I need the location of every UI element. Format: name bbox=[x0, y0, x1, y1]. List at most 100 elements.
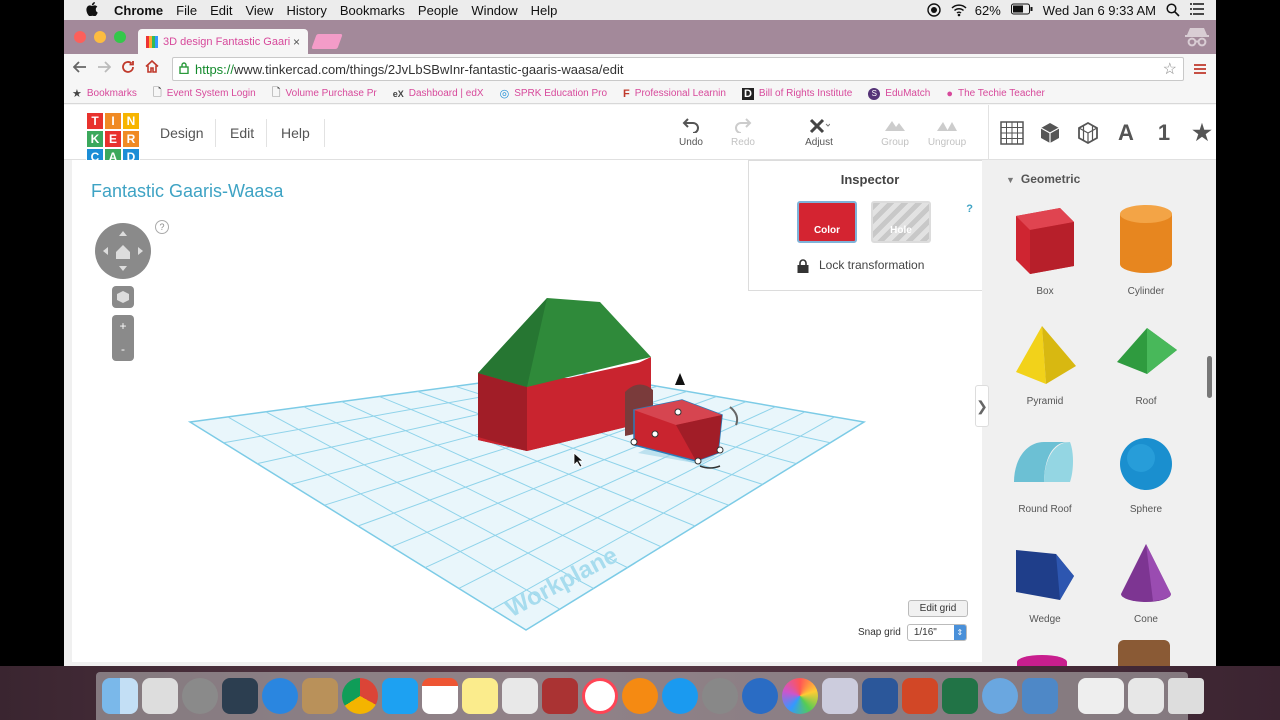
shape-cylinder[interactable]: Cylinder bbox=[1096, 202, 1196, 297]
tinkercad-logo[interactable]: TINKERCAD bbox=[86, 112, 140, 166]
sidebar-collapse-button[interactable]: ❯ bbox=[975, 385, 989, 427]
zoom-in-button[interactable]: + bbox=[112, 315, 134, 338]
close-window-button[interactable] bbox=[74, 31, 86, 43]
reload-icon[interactable] bbox=[116, 60, 140, 79]
edit-grid-button[interactable]: Edit grid bbox=[908, 600, 968, 617]
bookmark-star-icon[interactable]: ☆ bbox=[1163, 59, 1177, 79]
word-dock-icon[interactable] bbox=[862, 678, 898, 714]
xcode-dock-icon[interactable] bbox=[1022, 678, 1058, 714]
height-handle-icon[interactable] bbox=[675, 373, 685, 385]
bookmark-item[interactable]: 🗋 Event System Login bbox=[153, 84, 256, 103]
photos-dock-icon[interactable] bbox=[782, 678, 818, 714]
menu-design[interactable]: Design bbox=[160, 105, 204, 160]
project-title[interactable]: Fantastic Gaaris-Waasa bbox=[91, 181, 283, 202]
rocket-launchpad-dock-icon[interactable] bbox=[182, 678, 218, 714]
zoom-window-button[interactable] bbox=[114, 31, 126, 43]
view-orbit-control[interactable] bbox=[95, 223, 151, 279]
shape-roof[interactable]: Roof bbox=[1096, 322, 1196, 407]
bookmark-item[interactable]: ◎ SPRK Education Pro bbox=[500, 87, 607, 100]
bookmark-item[interactable]: F Professional Learnin bbox=[623, 88, 726, 100]
launchpad-grid-dock-icon[interactable] bbox=[142, 678, 178, 714]
bookmark-item[interactable]: eX Dashboard | edX bbox=[393, 88, 484, 99]
incognito-avatar-icon[interactable] bbox=[1184, 26, 1209, 48]
spotlight-search-icon[interactable] bbox=[1166, 3, 1180, 17]
home-icon[interactable] bbox=[140, 59, 164, 78]
workplane-grid-icon[interactable] bbox=[1000, 120, 1024, 145]
shape-pyramid[interactable]: Pyramid bbox=[995, 322, 1095, 407]
calendar-dock-icon[interactable] bbox=[422, 678, 458, 714]
stack-dock-icon[interactable] bbox=[1128, 678, 1164, 714]
wireframe-cube-icon[interactable] bbox=[1076, 121, 1100, 145]
powerpoint-dock-icon[interactable] bbox=[902, 678, 938, 714]
undo-button[interactable]: Undo bbox=[666, 117, 716, 148]
notes-dock-icon[interactable] bbox=[462, 678, 498, 714]
menu-edit[interactable]: Edit bbox=[230, 105, 254, 160]
record-icon[interactable] bbox=[927, 3, 941, 17]
redo-button[interactable]: Redo bbox=[718, 117, 768, 148]
group-button[interactable]: Group bbox=[870, 117, 920, 148]
snap-grid-select[interactable]: 1/16" ⇕ bbox=[906, 624, 967, 641]
menubar-item-file[interactable]: File bbox=[176, 3, 197, 18]
shape-partial-hexagon[interactable] bbox=[1118, 640, 1170, 666]
finder-dock-icon[interactable] bbox=[102, 678, 138, 714]
shape-round-roof[interactable]: Round Roof bbox=[995, 430, 1095, 515]
preview-dock-icon[interactable] bbox=[502, 678, 538, 714]
bookmark-item[interactable]: 🗋 Volume Purchase Pr bbox=[272, 84, 377, 103]
menubar-item-bookmarks[interactable]: Bookmarks bbox=[340, 3, 405, 18]
menu-help[interactable]: Help bbox=[281, 105, 310, 160]
secure-lock-icon[interactable] bbox=[179, 61, 189, 77]
design-canvas[interactable]: Workplane Fantastic Gaaris-Waasa ? + - I… bbox=[72, 160, 982, 662]
geometric-cube-icon[interactable] bbox=[1038, 121, 1062, 145]
system-preferences-dock-icon[interactable] bbox=[702, 678, 738, 714]
notification-list-icon[interactable] bbox=[1190, 3, 1204, 17]
contacts-dock-icon[interactable] bbox=[302, 678, 338, 714]
menubar-clock[interactable]: Wed Jan 6 9:33 AM bbox=[1043, 3, 1156, 18]
shape-partial-torus[interactable] bbox=[1017, 655, 1067, 666]
photo-booth-dock-icon[interactable] bbox=[542, 678, 578, 714]
mission-control-dock-icon[interactable] bbox=[222, 678, 258, 714]
bookmark-item[interactable]: ● The Techie Teacher bbox=[946, 88, 1045, 100]
menubar-item-window[interactable]: Window bbox=[471, 3, 517, 18]
google-earth-dock-icon[interactable] bbox=[742, 678, 778, 714]
safari-dock-icon[interactable] bbox=[262, 678, 298, 714]
view-cube-button[interactable] bbox=[112, 286, 134, 308]
quicktime-dock-icon[interactable] bbox=[982, 678, 1018, 714]
menubar-app-name[interactable]: Chrome bbox=[114, 3, 163, 18]
zoom-out-button[interactable]: - bbox=[112, 338, 134, 361]
menubar-item-history[interactable]: History bbox=[286, 3, 326, 18]
text-shapes-icon[interactable]: A bbox=[1114, 120, 1138, 145]
chrome-dock-icon[interactable] bbox=[342, 678, 378, 714]
favorites-star-icon[interactable]: ★ bbox=[1190, 120, 1214, 145]
menubar-item-help[interactable]: Help bbox=[531, 3, 558, 18]
apple-menu-icon[interactable] bbox=[84, 1, 100, 19]
shape-sphere[interactable]: Sphere bbox=[1096, 430, 1196, 515]
menubar-item-edit[interactable]: Edit bbox=[210, 3, 232, 18]
tab-close-icon[interactable]: × bbox=[293, 35, 300, 49]
menubar-item-people[interactable]: People bbox=[418, 3, 458, 18]
hole-swatch-button[interactable]: Hole bbox=[871, 201, 931, 243]
wifi-icon[interactable] bbox=[951, 3, 967, 17]
back-arrow-icon[interactable] bbox=[68, 60, 92, 78]
ibooks-dock-icon[interactable] bbox=[622, 678, 658, 714]
battery-icon[interactable] bbox=[1010, 3, 1033, 17]
itunes-dock-icon[interactable] bbox=[582, 678, 618, 714]
bookmark-item[interactable]: S EduMatch bbox=[868, 87, 930, 100]
app-store-dock-icon[interactable] bbox=[662, 678, 698, 714]
shape-cone[interactable]: Cone bbox=[1096, 540, 1196, 625]
trash-dock-icon[interactable] bbox=[1168, 678, 1204, 714]
new-tab-button[interactable] bbox=[311, 34, 343, 49]
bookmark-item[interactable]: D Bill of Rights Institute bbox=[741, 87, 852, 100]
color-swatch-button[interactable]: Color bbox=[797, 201, 857, 243]
sidebar-scrollbar-thumb[interactable] bbox=[1207, 356, 1212, 398]
shape-box[interactable]: Box bbox=[995, 202, 1095, 297]
shape-wedge[interactable]: Wedge bbox=[995, 540, 1095, 625]
menubar-item-view[interactable]: View bbox=[245, 3, 273, 18]
excel-dock-icon[interactable] bbox=[942, 678, 978, 714]
view-help-button[interactable]: ? bbox=[155, 220, 169, 234]
chrome-menu-icon[interactable] bbox=[1194, 62, 1206, 80]
adjust-button[interactable]: Adjust bbox=[794, 117, 844, 148]
number-shapes-icon[interactable]: 1 bbox=[1152, 120, 1176, 145]
bookmark-item[interactable]: ★ Bookmarks bbox=[72, 87, 137, 100]
lock-transformation-toggle[interactable]: Lock transformation bbox=[797, 258, 924, 273]
address-bar[interactable]: https:// www.tinkercad.com/things/2JvLbS… bbox=[172, 57, 1184, 81]
